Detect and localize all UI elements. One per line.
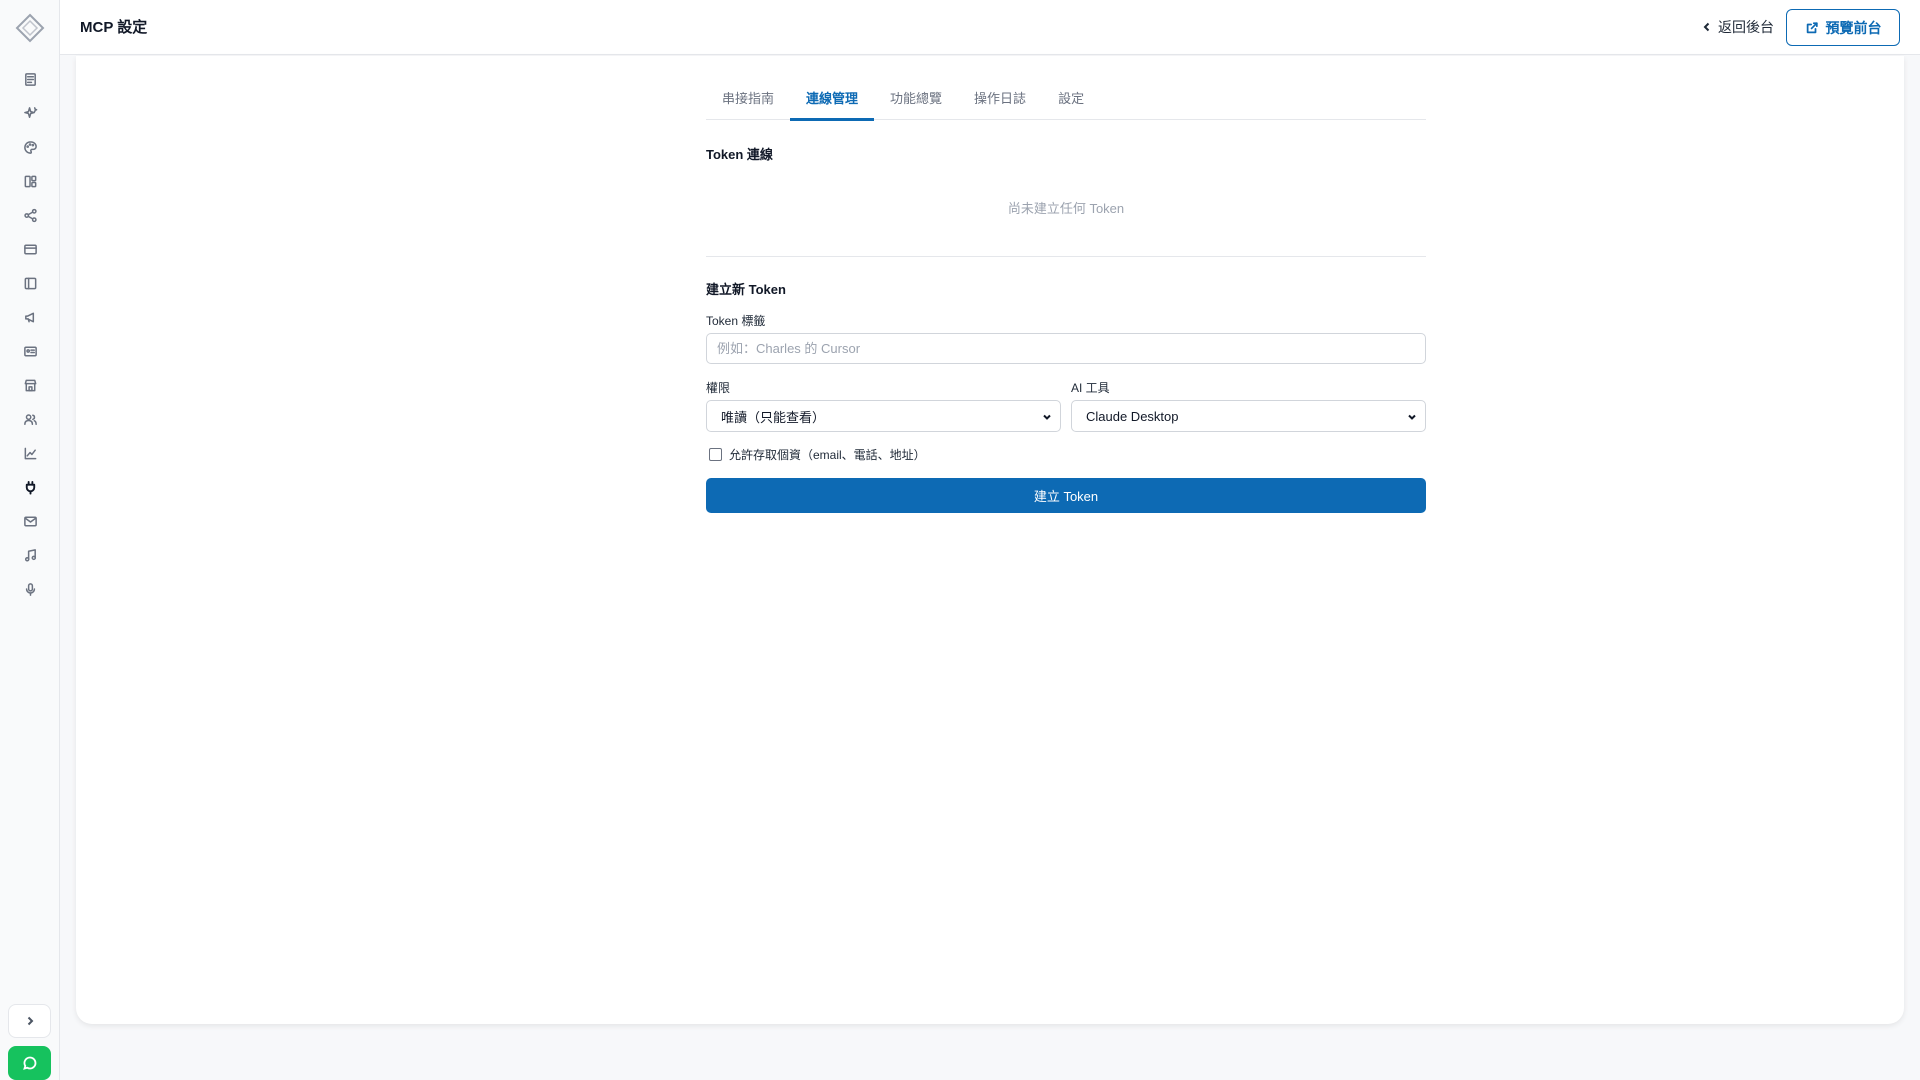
sidebar-nav xyxy=(0,62,60,606)
top-header: MCP 設定 返回後台 預覽前台 xyxy=(60,0,1920,55)
tab-connection-management[interactable]: 連線管理 xyxy=(790,88,875,121)
ai-tool-select[interactable]: Claude Desktop xyxy=(1071,400,1426,432)
page-title: MCP 設定 xyxy=(80,19,148,36)
sidebar xyxy=(0,0,60,1080)
permission-select-value: 唯讀（只能查看） xyxy=(721,409,826,425)
chevron-left-icon xyxy=(1703,22,1710,32)
tab-feature-overview[interactable]: 功能總覽 xyxy=(874,88,958,120)
layout-grid-icon xyxy=(24,175,36,187)
chevron-down-icon xyxy=(1408,414,1416,420)
token-label-input[interactable] xyxy=(706,333,1426,364)
sidebar-item-mcp[interactable] xyxy=(0,470,60,504)
microphone-icon xyxy=(25,582,35,596)
sidebar-item-store[interactable] xyxy=(0,368,60,402)
permission-select[interactable]: 唯讀（只能查看） xyxy=(706,400,1061,432)
token-label-field-label: Token 標籤 xyxy=(706,314,766,328)
chevron-down-icon xyxy=(1043,414,1051,420)
plug-icon xyxy=(25,480,35,495)
ai-tool-label: AI 工具 xyxy=(1071,381,1110,395)
tab-integration-guide[interactable]: 串接指南 xyxy=(706,88,790,120)
tab-operation-log[interactable]: 操作日誌 xyxy=(958,88,1042,120)
chevron-right-icon xyxy=(27,1016,33,1026)
pii-access-label[interactable]: 允許存取個資（email、電話、地址） xyxy=(729,446,926,463)
sidebar-item-palette[interactable] xyxy=(0,130,60,164)
sidebar-item-sparkles[interactable] xyxy=(0,96,60,130)
chat-button[interactable] xyxy=(8,1046,51,1080)
line-chart-icon xyxy=(24,447,36,459)
create-token-title: 建立新 Token xyxy=(706,282,786,297)
logo-icon[interactable] xyxy=(14,12,46,44)
token-section-title: Token 連線 xyxy=(706,147,773,162)
external-link-icon xyxy=(1806,21,1818,33)
sidebar-item-id-card[interactable] xyxy=(0,334,60,368)
tab-bar: 串接指南 連線管理 功能總覽 操作日誌 設定 xyxy=(706,88,1426,121)
tab-settings[interactable]: 設定 xyxy=(1042,88,1100,120)
section-divider xyxy=(706,256,1426,257)
create-token-button[interactable]: 建立 Token xyxy=(706,478,1426,513)
sidebar-item-newspaper[interactable] xyxy=(0,62,60,96)
mail-icon xyxy=(23,516,37,526)
pii-access-checkbox[interactable] xyxy=(709,448,722,461)
sidebar-item-share[interactable] xyxy=(0,198,60,232)
store-icon xyxy=(24,379,36,391)
credit-card-icon xyxy=(23,244,37,254)
main-card: 串接指南 連線管理 功能總覽 操作日誌 設定 Token 連線 尚未建立任何 T… xyxy=(76,56,1904,1024)
back-to-admin-label: 返回後台 xyxy=(1718,19,1774,35)
id-card-icon xyxy=(23,346,37,356)
token-empty-state: 尚未建立任何 Token xyxy=(1007,201,1125,216)
chat-bubble-icon xyxy=(22,1056,36,1070)
pii-access-row: 允許存取個資（email、電話、地址） xyxy=(709,446,926,463)
sidebar-item-card[interactable] xyxy=(0,232,60,266)
sidebar-item-megaphone[interactable] xyxy=(0,300,60,334)
sidebar-item-users[interactable] xyxy=(0,402,60,436)
preview-frontend-label: 預覽前台 xyxy=(1825,19,1882,36)
sparkles-icon xyxy=(23,106,37,118)
preview-frontend-button[interactable]: 預覽前台 xyxy=(1786,9,1900,46)
sidebar-item-music[interactable] xyxy=(0,538,60,572)
share-icon xyxy=(23,208,37,222)
back-to-admin-link[interactable]: 返回後台 xyxy=(1702,17,1774,37)
ai-tool-select-value: Claude Desktop xyxy=(1086,408,1179,424)
sidebar-item-layout[interactable] xyxy=(0,164,60,198)
users-icon xyxy=(23,413,37,425)
sidebar-item-microphone[interactable] xyxy=(0,572,60,606)
sidebar-item-panel[interactable] xyxy=(0,266,60,300)
music-icon xyxy=(24,548,36,561)
sidebar-item-chart[interactable] xyxy=(0,436,60,470)
sidebar-expand-button[interactable] xyxy=(8,1004,51,1038)
panel-left-icon xyxy=(24,277,36,289)
newspaper-icon xyxy=(24,72,36,86)
megaphone-icon xyxy=(24,312,34,322)
permission-label: 權限 xyxy=(706,381,731,395)
palette-icon xyxy=(23,140,37,154)
sidebar-item-mail[interactable] xyxy=(0,504,60,538)
